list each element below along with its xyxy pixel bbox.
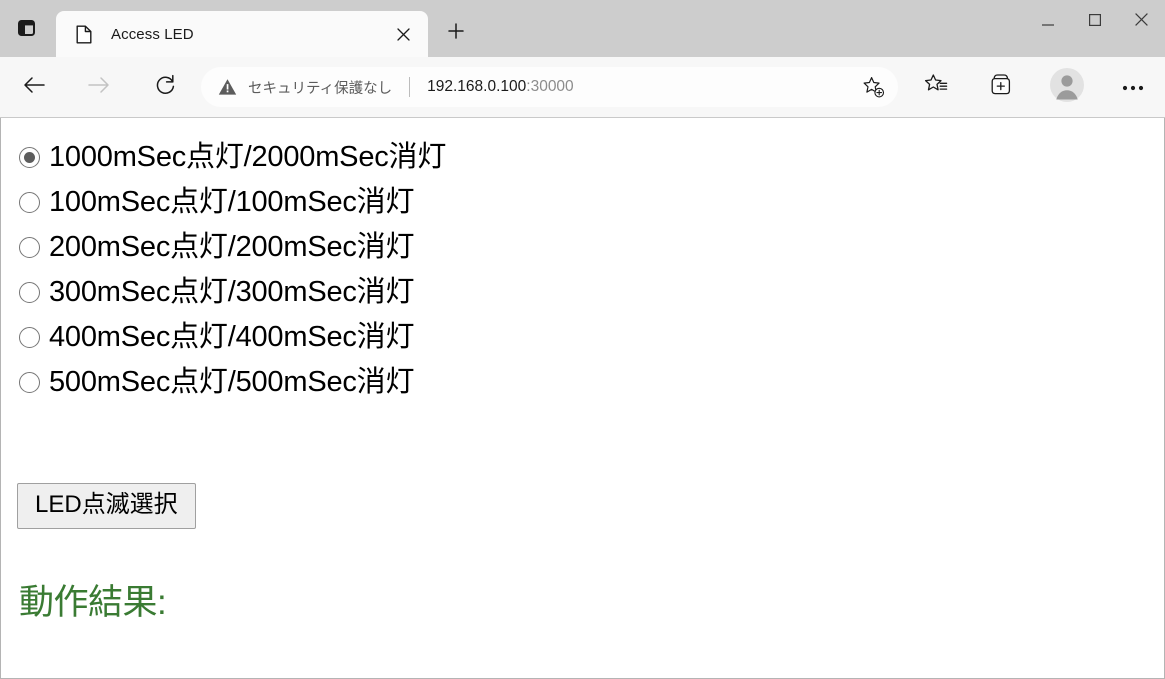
radio-label: 500mSec点灯/500mSec消灯 (49, 366, 415, 398)
forward-button[interactable] (79, 67, 119, 107)
radio-label: 400mSec点灯/400mSec消灯 (49, 321, 415, 353)
tab-close-icon[interactable] (388, 19, 418, 49)
tab-strip: Access LED (0, 0, 1165, 57)
result-heading: 動作結果: (19, 583, 167, 623)
warning-triangle-icon[interactable] (218, 78, 237, 97)
split-pane-icon (17, 19, 35, 41)
radio-button-300-300[interactable] (19, 282, 40, 303)
radio-option-row[interactable]: 1000mSec点灯/2000mSec消灯 (1, 135, 1164, 180)
radio-option-row[interactable]: 400mSec点灯/400mSec消灯 (1, 315, 1164, 360)
radio-label: 1000mSec点灯/2000mSec消灯 (49, 141, 447, 173)
refresh-icon (155, 74, 176, 100)
page-icon (74, 24, 94, 44)
radio-option-row[interactable]: 100mSec点灯/100mSec消灯 (1, 180, 1164, 225)
close-icon (1135, 13, 1148, 31)
radio-label: 100mSec点灯/100mSec消灯 (49, 186, 415, 218)
tab-title: Access LED (111, 25, 194, 43)
ellipsis-icon (1122, 78, 1144, 96)
reload-button[interactable] (145, 67, 185, 107)
radio-button-200-200[interactable] (19, 237, 40, 258)
radio-button-100-100[interactable] (19, 192, 40, 213)
back-button[interactable] (14, 67, 54, 107)
led-blink-select-button[interactable]: LED点滅選択 (17, 483, 196, 530)
minimize-button[interactable] (1024, 0, 1071, 44)
address-bar[interactable]: セキュリティ保護なし 192.168.0.100:30000 (201, 67, 898, 107)
url-host: 192.168.0.100 (427, 78, 527, 95)
radio-label: 200mSec点灯/200mSec消灯 (49, 231, 415, 263)
omnibox-divider (409, 77, 411, 97)
arrow-left-icon (23, 76, 45, 99)
submit-button-container: LED点滅選択 (1, 483, 1164, 530)
maximize-button[interactable] (1071, 0, 1118, 44)
radio-button-1000-2000[interactable] (19, 147, 40, 168)
url-text: 192.168.0.100:30000 (427, 78, 850, 96)
security-status-text: セキュリティ保護なし (248, 80, 393, 97)
new-tab-button[interactable] (438, 15, 474, 51)
tab-actions-button[interactable] (4, 8, 48, 52)
settings-and-more-button[interactable] (1113, 67, 1153, 107)
minimize-icon (1041, 13, 1054, 31)
radio-option-row[interactable]: 300mSec点灯/300mSec消灯 (1, 270, 1164, 315)
collections-icon (990, 73, 1013, 101)
radio-label: 300mSec点灯/300mSec消灯 (49, 276, 415, 308)
window-controls (1024, 0, 1165, 44)
url-port: :30000 (526, 78, 574, 95)
favorites-button[interactable] (916, 67, 956, 107)
browser-window: Access LED セキュリティ保護なし 192.168.0.100:3000… (0, 0, 1165, 679)
page-content: 1000mSec点灯/2000mSec消灯 100mSec点灯/100mSec消… (0, 118, 1165, 679)
arrow-right-icon (88, 76, 110, 99)
led-pattern-radio-group: 1000mSec点灯/2000mSec消灯 100mSec点灯/100mSec消… (1, 135, 1164, 405)
avatar (1050, 67, 1084, 107)
radio-button-400-400[interactable] (19, 327, 40, 348)
favorites-star-icon (924, 73, 948, 101)
maximize-icon (1088, 13, 1101, 31)
close-window-button[interactable] (1118, 0, 1165, 44)
radio-option-row[interactable]: 500mSec点灯/500mSec消灯 (1, 360, 1164, 405)
collections-button[interactable] (981, 67, 1021, 107)
tab-access-led[interactable]: Access LED (56, 11, 428, 57)
profile-button[interactable] (1047, 67, 1087, 107)
add-favorite-icon[interactable] (856, 70, 890, 104)
radio-option-row[interactable]: 200mSec点灯/200mSec消灯 (1, 225, 1164, 270)
browser-toolbar: セキュリティ保護なし 192.168.0.100:30000 (0, 57, 1165, 118)
plus-icon (448, 22, 464, 44)
radio-button-500-500[interactable] (19, 372, 40, 393)
